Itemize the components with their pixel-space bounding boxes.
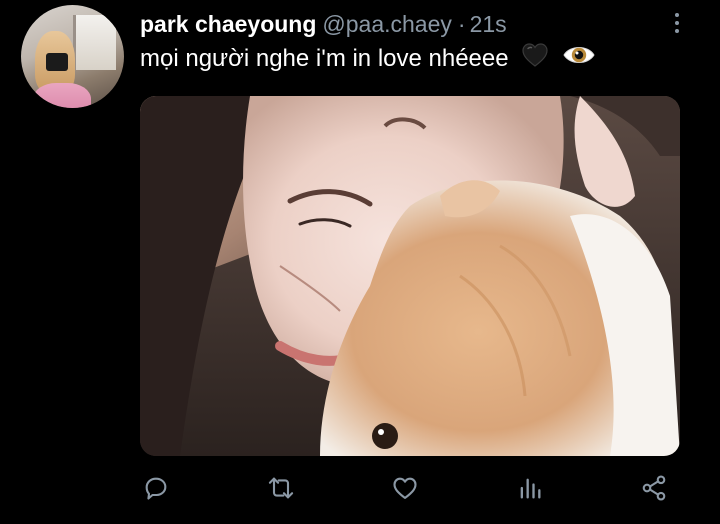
avatar[interactable]	[21, 5, 124, 108]
tweet-actions	[0, 470, 720, 510]
retweet-icon	[268, 477, 294, 499]
tweet-timestamp[interactable]: 21s	[470, 11, 507, 37]
avatar-background	[73, 15, 116, 70]
author-name[interactable]: park chaeyoung	[140, 11, 316, 37]
share-button[interactable]	[636, 470, 672, 506]
retweet-button[interactable]	[263, 470, 299, 506]
like-button[interactable]	[387, 470, 423, 506]
reply-button[interactable]	[138, 470, 174, 506]
more-options-icon[interactable]	[670, 10, 684, 40]
share-icon	[642, 475, 666, 501]
tweet: park chaeyoung @paa.chaey · 21s mọi người n…	[0, 0, 720, 524]
tweet-photo[interactable]	[140, 96, 680, 456]
meta-separator: ·	[457, 11, 466, 37]
reply-icon	[145, 477, 167, 500]
analytics-icon	[520, 478, 541, 499]
like-icon	[393, 477, 417, 499]
avatar-shirt	[33, 83, 91, 108]
tweet-text: mọi người nghe i'm in love nhéeee	[140, 44, 509, 72]
author-handle[interactable]: @paa.chaey	[322, 11, 452, 37]
analytics-button[interactable]	[512, 470, 548, 506]
avatar-phone	[46, 53, 68, 71]
tweet-text-container: mọi người nghe i'm in love nhéeee	[140, 42, 596, 77]
photo-content	[140, 96, 680, 456]
eye-emoji	[562, 42, 596, 77]
tweet-header: park chaeyoung @paa.chaey · 21s	[140, 9, 507, 39]
black-heart-emoji	[521, 42, 549, 77]
